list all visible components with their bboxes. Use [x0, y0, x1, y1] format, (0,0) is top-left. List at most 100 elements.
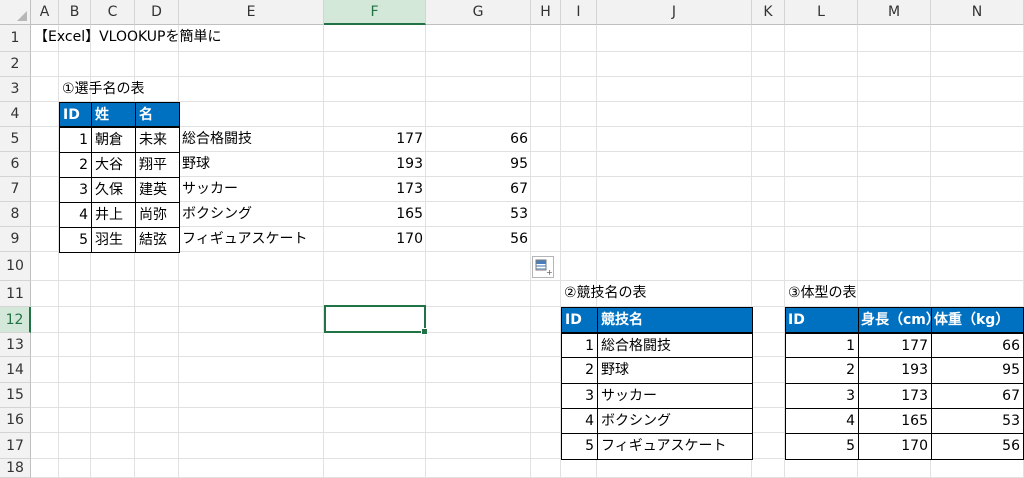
- table1-id-cell[interactable]: 2: [59, 152, 92, 178]
- column-header-h[interactable]: H: [531, 0, 561, 25]
- table1-header-cell[interactable]: 姓: [91, 102, 136, 127]
- row-header-8[interactable]: 8: [0, 202, 31, 227]
- active-cell-f12[interactable]: [324, 305, 428, 335]
- row-header-4[interactable]: 4: [0, 102, 31, 127]
- table1-first-name-cell[interactable]: 結弦: [135, 227, 180, 253]
- row-header-13[interactable]: 13: [0, 333, 31, 357]
- table3-id-cell[interactable]: 2: [785, 357, 859, 384]
- row-header-14[interactable]: 14: [0, 357, 31, 383]
- column-header-n[interactable]: N: [931, 0, 1024, 25]
- lookup-sport-cell[interactable]: フィギュアスケート: [179, 227, 324, 252]
- table1-header-cell[interactable]: ID: [59, 102, 92, 127]
- title-cell[interactable]: 【Excel】VLOOKUPを簡単に: [31, 25, 225, 52]
- row-header-16[interactable]: 16: [0, 408, 31, 433]
- lookup-weight-cell[interactable]: 56: [426, 227, 531, 252]
- table1-last-name-cell[interactable]: 羽生: [91, 227, 136, 253]
- column-header-m[interactable]: M: [858, 0, 931, 25]
- table3-weight-cell[interactable]: 56: [931, 433, 1024, 460]
- table3-id-cell[interactable]: 1: [785, 333, 859, 358]
- lookup-height-cell[interactable]: 165: [324, 202, 426, 227]
- table3-id-cell[interactable]: 3: [785, 383, 859, 409]
- table3-header-cell[interactable]: ID: [785, 307, 859, 333]
- table3-weight-cell[interactable]: 66: [931, 333, 1024, 358]
- column-header-k[interactable]: K: [752, 0, 785, 25]
- table2-header-cell[interactable]: ID: [561, 307, 598, 333]
- lookup-sport-cell[interactable]: ボクシング: [179, 202, 324, 227]
- table3-height-cell[interactable]: 177: [858, 333, 932, 358]
- column-header-j[interactable]: J: [597, 0, 752, 25]
- table1-last-name-cell[interactable]: 井上: [91, 202, 136, 228]
- table1-id-cell[interactable]: 4: [59, 202, 92, 228]
- table1-first-name-cell[interactable]: 未来: [135, 127, 180, 153]
- row-header-11[interactable]: 11: [0, 281, 31, 307]
- row-header-7[interactable]: 7: [0, 177, 31, 202]
- table3-id-cell[interactable]: 4: [785, 408, 859, 434]
- row-header-6[interactable]: 6: [0, 152, 31, 177]
- table2-sport-cell[interactable]: ボクシング: [597, 408, 753, 434]
- row-header-17[interactable]: 17: [0, 433, 31, 459]
- column-header-c[interactable]: C: [91, 0, 135, 25]
- table2-id-cell[interactable]: 1: [561, 333, 598, 358]
- table2-sport-cell[interactable]: フィギュアスケート: [597, 433, 753, 460]
- table3-weight-cell[interactable]: 67: [931, 383, 1024, 409]
- table2-sport-cell[interactable]: 総合格闘技: [597, 333, 753, 358]
- lookup-height-cell[interactable]: 177: [324, 127, 426, 152]
- row-header-10[interactable]: 10: [0, 252, 31, 281]
- table1-first-name-cell[interactable]: 翔平: [135, 152, 180, 178]
- lookup-weight-cell[interactable]: 53: [426, 202, 531, 227]
- table1-last-name-cell[interactable]: 大谷: [91, 152, 136, 178]
- table2-id-cell[interactable]: 2: [561, 357, 598, 384]
- table2-header-cell[interactable]: 競技名: [597, 307, 753, 333]
- row-header-12[interactable]: 12: [0, 307, 31, 333]
- table2-id-cell[interactable]: 4: [561, 408, 598, 434]
- row-header-3[interactable]: 3: [0, 77, 31, 102]
- paste-options-button[interactable]: +: [532, 256, 554, 278]
- table1-id-cell[interactable]: 1: [59, 127, 92, 153]
- table3-weight-cell[interactable]: 53: [931, 408, 1024, 434]
- table1-header-cell[interactable]: 名: [135, 102, 180, 127]
- column-header-f[interactable]: F: [324, 0, 426, 25]
- lookup-height-cell[interactable]: 173: [324, 177, 426, 202]
- table1-id-cell[interactable]: 3: [59, 177, 92, 203]
- lookup-sport-cell[interactable]: 野球: [179, 152, 324, 177]
- table3-id-cell[interactable]: 5: [785, 433, 859, 460]
- column-header-a[interactable]: A: [31, 0, 59, 25]
- spreadsheet[interactable]: ABCDEFGHIJKLMN 1 2 3 4 5 6 7 8 9 10 11 12 13 14 15 16 17…: [0, 0, 1024, 478]
- select-all-corner[interactable]: [0, 0, 31, 25]
- table3-caption[interactable]: ③体型の表: [785, 281, 860, 307]
- row-header-9[interactable]: 9: [0, 227, 31, 252]
- table2-sport-cell[interactable]: 野球: [597, 357, 753, 384]
- table3-header-cell[interactable]: 身長（cm）: [858, 307, 932, 333]
- lookup-weight-cell[interactable]: 95: [426, 152, 531, 177]
- lookup-height-cell[interactable]: 193: [324, 152, 426, 177]
- table1-caption[interactable]: ①選手名の表: [59, 77, 148, 102]
- table3-height-cell[interactable]: 165: [858, 408, 932, 434]
- table2-id-cell[interactable]: 5: [561, 433, 598, 460]
- table2-id-cell[interactable]: 3: [561, 383, 598, 409]
- table1-first-name-cell[interactable]: 尚弥: [135, 202, 180, 228]
- row-header-2[interactable]: 2: [0, 52, 31, 77]
- row-header-1[interactable]: 1: [0, 25, 31, 52]
- table2-sport-cell[interactable]: サッカー: [597, 383, 753, 409]
- lookup-sport-cell[interactable]: サッカー: [179, 177, 324, 202]
- row-header-18[interactable]: 18: [0, 459, 31, 478]
- column-header-g[interactable]: G: [426, 0, 531, 25]
- table3-header-cell[interactable]: 体重（kg）: [931, 307, 1024, 333]
- column-header-d[interactable]: D: [135, 0, 179, 25]
- column-header-i[interactable]: I: [561, 0, 597, 25]
- row-header-5[interactable]: 5: [0, 127, 31, 152]
- table1-id-cell[interactable]: 5: [59, 227, 92, 253]
- lookup-height-cell[interactable]: 170: [324, 227, 426, 252]
- table2-caption[interactable]: ②競技名の表: [561, 281, 650, 307]
- row-header-15[interactable]: 15: [0, 383, 31, 408]
- table3-weight-cell[interactable]: 95: [931, 357, 1024, 384]
- table3-height-cell[interactable]: 173: [858, 383, 932, 409]
- table1-first-name-cell[interactable]: 建英: [135, 177, 180, 203]
- table1-last-name-cell[interactable]: 久保: [91, 177, 136, 203]
- lookup-weight-cell[interactable]: 66: [426, 127, 531, 152]
- lookup-weight-cell[interactable]: 67: [426, 177, 531, 202]
- table3-height-cell[interactable]: 193: [858, 357, 932, 384]
- table3-height-cell[interactable]: 170: [858, 433, 932, 460]
- column-header-e[interactable]: E: [179, 0, 324, 25]
- column-header-l[interactable]: L: [785, 0, 858, 25]
